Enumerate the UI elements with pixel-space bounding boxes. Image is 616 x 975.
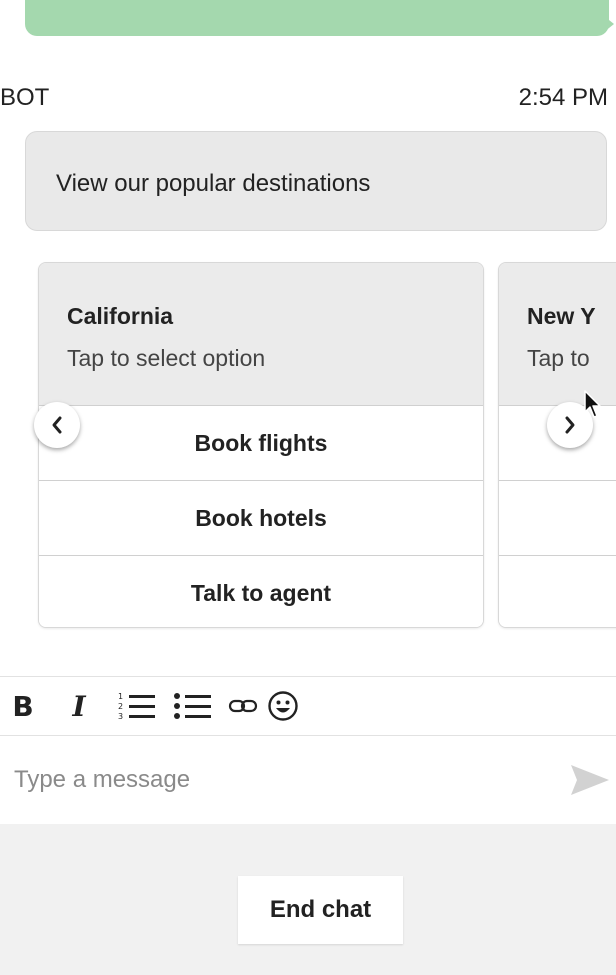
card-title: New Y xyxy=(527,303,596,329)
bold-button[interactable]: B xyxy=(10,689,36,723)
link-icon xyxy=(228,699,258,713)
carousel-card-new-york: New Y Tap to xyxy=(498,262,616,628)
svg-text:2: 2 xyxy=(118,702,123,711)
bot-message-text: View our popular destinations xyxy=(56,170,371,197)
svg-text:3: 3 xyxy=(118,712,123,721)
book-flights-button[interactable]: Book flights xyxy=(39,406,483,481)
chat-footer: End chat xyxy=(0,824,616,975)
previous-message-tail xyxy=(604,16,614,32)
message-meta: BOT 2:54 PM xyxy=(0,84,616,114)
carousel-card-california: California Tap to select option Book fli… xyxy=(38,262,484,628)
numbered-list-button[interactable]: 1 2 3 xyxy=(116,689,158,723)
emoji-button[interactable] xyxy=(266,689,300,723)
message-composer xyxy=(0,736,616,824)
card-title: California xyxy=(67,303,174,329)
bulleted-list-button[interactable] xyxy=(172,689,214,723)
message-timestamp: 2:54 PM xyxy=(518,84,608,111)
formatting-toolbar: B I 1 2 3 xyxy=(0,676,616,736)
chevron-right-icon xyxy=(565,416,575,434)
carousel-prev-button[interactable] xyxy=(34,402,80,448)
card-header: New Y Tap to xyxy=(499,263,616,406)
previous-message-bubble xyxy=(25,0,609,36)
destinations-carousel: California Tap to select option Book fli… xyxy=(0,255,616,635)
numbered-list-icon: 1 2 3 xyxy=(118,692,155,721)
card-option-button[interactable] xyxy=(499,481,616,556)
card-subtitle: Tap to xyxy=(527,345,590,371)
message-sender: BOT xyxy=(0,84,50,111)
talk-to-agent-button[interactable]: Talk to agent xyxy=(39,556,483,627)
message-input[interactable] xyxy=(14,760,554,800)
end-chat-button[interactable]: End chat xyxy=(238,876,403,944)
chevron-left-icon xyxy=(52,416,62,434)
svg-text:1: 1 xyxy=(118,692,123,701)
book-hotels-button[interactable]: Book hotels xyxy=(39,481,483,556)
insert-link-button[interactable] xyxy=(226,689,260,723)
bulleted-list-icon xyxy=(174,693,211,719)
bot-message-bubble: View our popular destinations xyxy=(25,131,607,231)
italic-button[interactable]: I xyxy=(66,689,92,723)
card-option-button[interactable] xyxy=(499,556,616,627)
send-icon[interactable] xyxy=(568,762,612,798)
card-subtitle: Tap to select option xyxy=(67,345,266,371)
mouse-cursor-icon xyxy=(584,390,601,418)
emoji-icon xyxy=(268,691,298,721)
card-header: California Tap to select option xyxy=(39,263,483,406)
